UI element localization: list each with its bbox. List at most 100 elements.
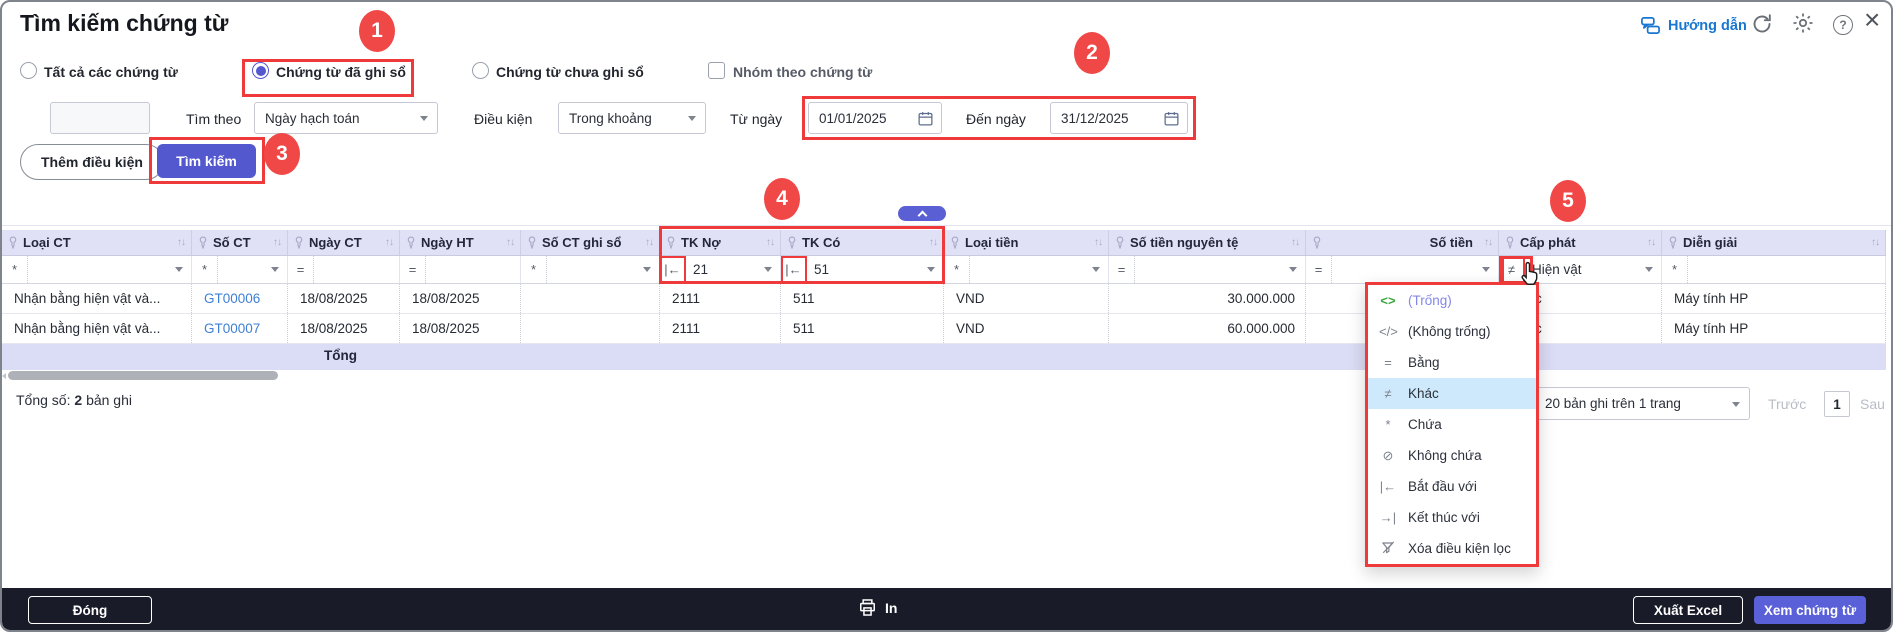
search-button[interactable]: Tìm kiếm (157, 144, 256, 178)
calendar-icon[interactable] (917, 110, 934, 127)
filter-operator-starts-with[interactable]: |← (781, 256, 807, 283)
pin-icon[interactable] (787, 236, 797, 249)
sort-icon[interactable]: ↑↓ (1094, 237, 1102, 248)
radio-unposted-documents[interactable] (472, 62, 489, 79)
sort-icon[interactable]: ↑↓ (177, 237, 185, 248)
col-header-so-ct-ghi-so[interactable]: Số CT ghi sổ ↑↓ (521, 230, 660, 255)
print-button[interactable]: In (858, 598, 897, 617)
menu-item-contains[interactable]: * Chứa (1368, 409, 1536, 440)
table-row[interactable]: Nhận bằng hiện vật và... GT00007 18/08/2… (2, 314, 1886, 344)
filter-loai-ct[interactable]: * (2, 256, 192, 283)
collapse-panel-button[interactable] (898, 206, 946, 221)
sort-icon[interactable]: ↑↓ (273, 237, 281, 248)
filter-operator-contains[interactable]: * (192, 256, 218, 283)
filter-operator-starts-with[interactable]: |← (660, 256, 686, 283)
filter-loai-tien[interactable]: * (944, 256, 1109, 283)
filter-operator-contains[interactable]: * (2, 256, 28, 283)
chevron-down-icon[interactable] (1092, 267, 1100, 272)
chevron-down-icon[interactable] (1645, 267, 1653, 272)
chevron-down-icon[interactable] (175, 267, 183, 272)
sort-icon[interactable]: ↑↓ (1871, 237, 1879, 248)
to-date-input[interactable]: 31/12/2025 (1050, 102, 1188, 134)
prev-page-button[interactable]: Trước (1768, 396, 1806, 412)
filter-dien-giai[interactable]: * (1662, 256, 1886, 283)
next-page-button[interactable]: Sau (1860, 396, 1885, 412)
col-header-so-ct[interactable]: Số CT ↑↓ (192, 230, 288, 255)
col-header-ngay-ht[interactable]: Ngày HT ↑↓ (400, 230, 521, 255)
scroll-left-icon[interactable] (2, 373, 6, 379)
menu-item-blank[interactable]: <> (Trống) (1368, 285, 1536, 316)
filter-so-tien[interactable]: = (1306, 256, 1499, 283)
chevron-down-icon[interactable] (643, 267, 651, 272)
menu-item-not-blank[interactable]: </> (Không trống) (1368, 316, 1536, 347)
menu-item-not-equal[interactable]: ≠ Khác (1368, 378, 1536, 409)
export-excel-button[interactable]: Xuất Excel (1633, 596, 1743, 624)
calendar-icon[interactable] (1163, 110, 1180, 127)
pin-icon[interactable] (950, 236, 960, 249)
radio-all-documents[interactable] (20, 62, 37, 79)
search-value-input[interactable] (50, 102, 150, 134)
col-header-loai-ct[interactable]: Loại CT ↑↓ (2, 230, 192, 255)
filter-so-tien-nguyen-te[interactable]: = (1109, 256, 1306, 283)
close-icon[interactable]: × (1864, 4, 1880, 36)
sort-icon[interactable]: ↑↓ (506, 237, 514, 248)
horizontal-scrollbar[interactable] (8, 371, 278, 380)
menu-item-not-contains[interactable]: ⊘ Không chứa (1368, 440, 1536, 471)
menu-item-ends-with[interactable]: →| Kết thúc với (1368, 502, 1536, 533)
group-by-document-checkbox[interactable] (708, 62, 725, 79)
sort-icon[interactable]: ↑↓ (645, 237, 653, 248)
gear-icon[interactable] (1791, 11, 1815, 35)
cell-so-ct-link[interactable]: GT00007 (192, 314, 288, 343)
guide-link[interactable]: Hướng dẫn (1640, 15, 1747, 36)
sort-icon[interactable]: ↑↓ (385, 237, 393, 248)
col-header-loai-tien[interactable]: Loại tiền ↑↓ (944, 230, 1109, 255)
pin-icon[interactable] (406, 236, 416, 249)
pin-icon[interactable] (294, 236, 304, 249)
pin-icon[interactable] (1505, 236, 1515, 249)
filter-cap-phat[interactable]: ≠ Hiện vật (1499, 256, 1662, 283)
col-header-ngay-ct[interactable]: Ngày CT ↑↓ (288, 230, 400, 255)
sort-icon[interactable]: ↑↓ (1291, 237, 1299, 248)
dieu-kien-select[interactable]: Trong khoảng (558, 102, 706, 134)
tim-theo-select[interactable]: Ngày hạch toán (254, 102, 438, 134)
pin-icon[interactable] (527, 236, 537, 249)
radio-posted-documents[interactable] (252, 62, 269, 79)
col-header-tk-co[interactable]: TK Có ↑↓ (781, 230, 944, 255)
filter-tk-co[interactable]: |← 51 (781, 256, 944, 283)
table-row[interactable]: Nhận bằng hiện vật và... GT00006 18/08/2… (2, 284, 1886, 314)
filter-tk-no[interactable]: |← 21 (660, 256, 781, 283)
refresh-icon[interactable] (1750, 12, 1774, 36)
col-header-dien-giai[interactable]: Diễn giải ↑↓ (1662, 230, 1886, 255)
filter-ngay-ct[interactable]: = (288, 256, 400, 283)
page-size-select[interactable]: 20 bản ghi trên 1 trang (1534, 387, 1750, 420)
sort-icon[interactable]: ↑↓ (766, 237, 774, 248)
sort-icon[interactable]: ↑↓ (1484, 237, 1492, 248)
filter-so-ct[interactable]: * (192, 256, 288, 283)
col-header-cap-phat[interactable]: Cấp phát ↑↓ (1499, 230, 1662, 255)
pin-icon[interactable] (1312, 236, 1322, 249)
chevron-down-icon[interactable] (271, 267, 279, 272)
pin-icon[interactable] (666, 236, 676, 249)
chevron-down-icon[interactable] (1289, 267, 1297, 272)
filter-operator-equals[interactable]: = (400, 256, 426, 283)
filter-value[interactable]: 21 (686, 262, 708, 277)
view-document-button[interactable]: Xem chứng từ (1754, 596, 1866, 624)
filter-operator-contains[interactable]: * (944, 256, 970, 283)
col-header-tk-no[interactable]: TK Nợ ↑↓ (660, 230, 781, 255)
col-header-so-tien-nguyen-te[interactable]: Số tiền nguyên tệ ↑↓ (1109, 230, 1306, 255)
pin-icon[interactable] (198, 236, 208, 249)
filter-so-ct-ghi-so[interactable]: * (521, 256, 660, 283)
sort-icon[interactable]: ↑↓ (929, 237, 937, 248)
help-icon[interactable]: ? (1833, 15, 1853, 35)
filter-operator-not-equal[interactable]: ≠ (1499, 256, 1525, 283)
cell-so-ct-link[interactable]: GT00006 (192, 284, 288, 313)
filter-value[interactable]: 51 (807, 262, 829, 277)
pin-icon[interactable] (1115, 236, 1125, 249)
chevron-down-icon[interactable] (764, 267, 772, 272)
from-date-input[interactable]: 01/01/2025 (808, 102, 942, 134)
current-page-box[interactable]: 1 (1824, 391, 1850, 417)
filter-operator-equals[interactable]: = (288, 256, 314, 283)
close-button[interactable]: Đóng (28, 596, 152, 624)
chevron-down-icon[interactable] (927, 267, 935, 272)
col-header-so-tien[interactable]: Số tiền ↑↓ (1306, 230, 1499, 255)
